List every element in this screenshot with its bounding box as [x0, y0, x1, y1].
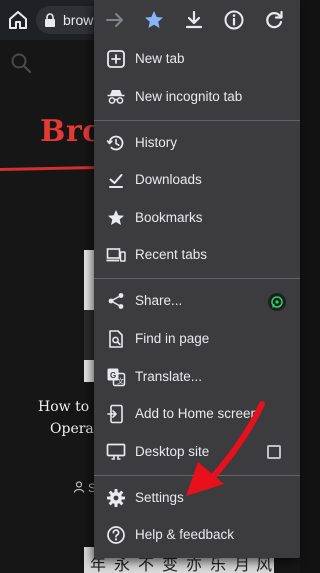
menu-item-label: Downloads [135, 172, 202, 187]
menu-item-share[interactable]: Share... [94, 282, 300, 320]
person-icon [73, 481, 85, 493]
article-title-line-2: Opera [50, 421, 94, 437]
star-icon [106, 208, 126, 228]
whatsapp-icon[interactable] [268, 293, 286, 311]
annotation-arrow [180, 400, 270, 500]
menu-item-history[interactable]: History [94, 124, 300, 162]
menu-item-label: Share... [135, 293, 183, 308]
menu-item-label: Settings [135, 490, 184, 505]
menu-item-label: Help & feedback [135, 527, 235, 542]
desktop-icon [106, 442, 126, 462]
add-to-home-icon [106, 404, 126, 424]
help-icon [106, 525, 126, 545]
find-in-page-icon [106, 329, 126, 349]
menu-item-translate[interactable]: G文 Translate... [94, 358, 300, 396]
menu-item-label: Recent tabs [135, 247, 208, 262]
menu-action-bar [94, 0, 300, 40]
menu-item-label: Translate... [135, 369, 203, 384]
history-icon [106, 133, 126, 153]
menu-item-recent-tabs[interactable]: Recent tabs [94, 236, 300, 274]
menu-item-new-tab[interactable]: New tab [94, 40, 300, 78]
menu-item-find-in-page[interactable]: Find in page [94, 320, 300, 358]
reload-icon[interactable] [262, 8, 286, 32]
menu-item-label: New incognito tab [135, 89, 243, 104]
forward-icon[interactable] [103, 8, 127, 32]
menu-item-downloads[interactable]: Downloads [94, 161, 300, 199]
menu-divider [94, 120, 300, 121]
home-icon[interactable] [6, 8, 30, 32]
menu-item-label: Bookmarks [135, 210, 203, 225]
page-info-icon[interactable] [222, 8, 246, 32]
translate-icon: G文 [106, 367, 126, 387]
lock-icon [44, 13, 56, 27]
devices-icon [106, 245, 126, 265]
download-done-icon [106, 170, 126, 190]
menu-item-help-feedback[interactable]: Help & feedback [94, 516, 300, 554]
share-icon [106, 291, 126, 311]
menu-item-label: Find in page [135, 331, 210, 346]
plus-box-icon [106, 49, 126, 69]
menu-item-new-incognito-tab[interactable]: New incognito tab [94, 78, 300, 116]
menu-item-label: History [135, 135, 178, 150]
gear-icon [106, 488, 126, 508]
menu-divider [94, 278, 300, 279]
svg-text:文: 文 [117, 377, 124, 386]
download-icon[interactable] [182, 8, 206, 32]
search-icon[interactable] [9, 51, 33, 75]
menu-item-label: New tab [135, 51, 185, 66]
incognito-icon [106, 87, 126, 107]
svg-text:G: G [110, 371, 116, 380]
menu-item-bookmarks[interactable]: Bookmarks [94, 199, 300, 237]
bookmark-star-icon[interactable] [142, 8, 166, 32]
